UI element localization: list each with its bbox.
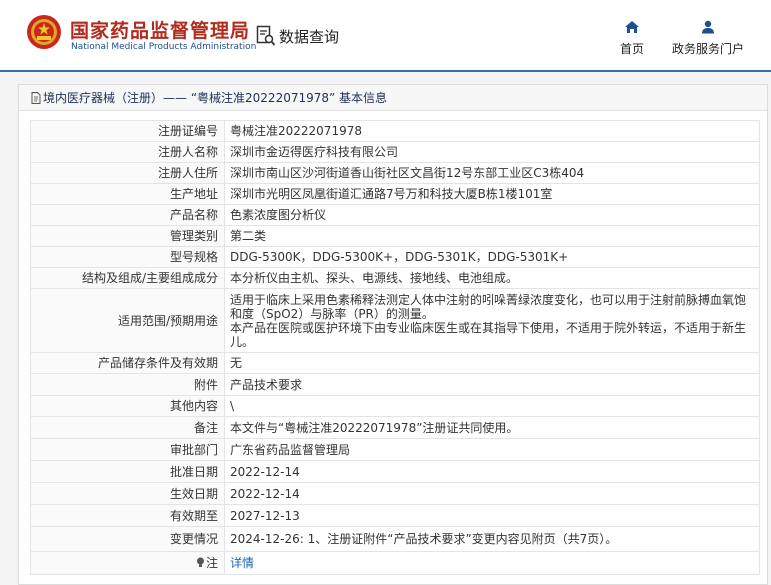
row-label: 适用范围/预期用途 xyxy=(30,288,225,353)
search-document-icon xyxy=(256,25,276,46)
table-row: 注册人住所 深圳市南山区沙河街道香山街社区文昌街12号东部工业区C3栋404 xyxy=(30,162,760,184)
site-subtitle: National Medical Products Administration xyxy=(71,42,257,52)
main-content: 境内医疗器械（注册）—— “粤械注准20222071978” 基本信息 注册证编… xyxy=(0,72,771,585)
data-query-label: 数据查询 xyxy=(279,27,340,46)
site-title[interactable]: 国家药品监督管理局 xyxy=(70,16,250,43)
person-icon xyxy=(702,20,714,34)
table-row: 生产地址 深圳市光明区凤凰街道汇通路7号万和科技大厦B栋1楼101室 xyxy=(30,183,760,205)
row-label-note: 注 xyxy=(30,551,225,575)
row-label: 有效期至 xyxy=(30,504,225,527)
row-value: 无 xyxy=(224,352,760,374)
row-value: 深圳市南山区沙河街道香山街社区文昌街12号东部工业区C3栋404 xyxy=(224,162,760,184)
row-label: 备注 xyxy=(30,416,225,439)
row-value: 2022-12-14 xyxy=(224,482,760,505)
row-value: 广东省药品监督管理局 xyxy=(224,438,760,461)
row-label: 结构及组成/主要组成成分 xyxy=(30,267,225,289)
table-row: 审批部门 广东省药品监督管理局 xyxy=(30,438,760,461)
row-label: 管理类别 xyxy=(30,225,225,247)
breadcrumb-text: 境内医疗器械（注册）—— “粤械注准20222071978” 基本信息 xyxy=(43,91,388,105)
table-row: 附件 产品技术要求 xyxy=(30,373,760,396)
breadcrumb: 境内医疗器械（注册）—— “粤械注准20222071978” 基本信息 xyxy=(19,85,767,111)
row-value: 第二类 xyxy=(224,225,760,247)
table-row: 备注 本文件与“粤械注准20222071978”注册证共同使用。 xyxy=(30,416,760,439)
lightbulb-icon xyxy=(196,557,204,567)
row-label: 注册证编号 xyxy=(30,120,225,142)
row-value: 本文件与“粤械注准20222071978”注册证共同使用。 xyxy=(224,416,760,439)
table-row: 产品名称 色素浓度图分析仪 xyxy=(30,204,760,226)
row-value: 深圳市光明区凤凰街道汇通路7号万和科技大厦B栋1楼101室 xyxy=(224,183,760,205)
row-value: 2027-12-13 xyxy=(224,504,760,527)
table-row: 适用范围/预期用途 适用于临床上采用色素稀释法测定人体中注射的吲哚菁绿浓度变化，… xyxy=(30,288,760,353)
row-label: 附件 xyxy=(30,373,225,396)
row-value: DDG-5300K，DDG-5300K+，DDG-5301K，DDG-5301K… xyxy=(224,246,760,268)
row-label: 产品储存条件及有效期 xyxy=(30,352,225,374)
detail-panel: 境内医疗器械（注册）—— “粤械注准20222071978” 基本信息 注册证编… xyxy=(18,84,768,585)
document-icon xyxy=(31,91,41,104)
row-label: 其他内容 xyxy=(30,395,225,417)
row-value: 色素浓度图分析仪 xyxy=(224,204,760,226)
row-label: 生效日期 xyxy=(30,482,225,505)
table-row: 管理类别 第二类 xyxy=(30,225,760,247)
national-emblem-icon[interactable] xyxy=(26,14,62,50)
site-header: 国家药品监督管理局 National Medical Products Admi… xyxy=(0,0,771,70)
table-row: 结构及组成/主要组成成分 本分析仪由主机、探头、电源线、接地线、电池组成。 xyxy=(30,267,760,289)
table-row: 生效日期 2022-12-14 xyxy=(30,482,760,505)
row-value: 深圳市金迈得医疗科技有限公司 xyxy=(224,141,760,163)
nav-home[interactable]: 首页 xyxy=(614,20,650,57)
table-row: 有效期至 2027-12-13 xyxy=(30,504,760,527)
row-label: 型号规格 xyxy=(30,246,225,268)
row-label: 生产地址 xyxy=(30,183,225,205)
row-value: 产品技术要求 xyxy=(224,373,760,396)
row-label: 注册人名称 xyxy=(30,141,225,163)
row-label: 产品名称 xyxy=(30,204,225,226)
row-label: 批准日期 xyxy=(30,460,225,483)
nav-government-services-label: 政务服务门户 xyxy=(671,42,744,56)
table-row: 产品储存条件及有效期 无 xyxy=(30,352,760,374)
table-row: 型号规格 DDG-5300K，DDG-5300K+，DDG-5301K，DDG-… xyxy=(30,246,760,268)
nav-home-label: 首页 xyxy=(619,42,644,56)
row-label: 审批部门 xyxy=(30,438,225,461)
nav-government-services[interactable]: 政务服务门户 xyxy=(668,20,748,57)
data-query-link[interactable]: 数据查询 xyxy=(256,24,339,48)
row-value: 2024-12-26: 1、注册证附件“产品技术要求”变更内容见附页（共7页）。 xyxy=(224,526,760,552)
registration-info-table: 注册证编号 粤械注准20222071978 注册人名称 深圳市金迈得医疗科技有限… xyxy=(30,120,760,575)
table-row: 注册人名称 深圳市金迈得医疗科技有限公司 xyxy=(30,141,760,163)
row-value: 2022-12-14 xyxy=(224,460,760,483)
row-value: 粤械注准20222071978 xyxy=(224,120,760,142)
row-label: 变更情况 xyxy=(30,526,225,552)
row-value: \ xyxy=(224,395,760,417)
row-label: 注册人住所 xyxy=(30,162,225,184)
table-row: 其他内容 \ xyxy=(30,395,760,417)
row-value: 详情 xyxy=(224,551,760,575)
row-value: 适用于临床上采用色素稀释法测定人体中注射的吲哚菁绿浓度变化，也可以用于注射前脉搏… xyxy=(224,288,760,353)
table-row: 注 详情 xyxy=(30,551,760,575)
home-icon xyxy=(625,21,639,33)
table-row: 变更情况 2024-12-26: 1、注册证附件“产品技术要求”变更内容见附页（… xyxy=(30,526,760,552)
details-link[interactable]: 详情 xyxy=(230,556,254,570)
note-label: 注 xyxy=(205,556,218,570)
row-value: 本分析仪由主机、探头、电源线、接地线、电池组成。 xyxy=(224,267,760,289)
table-row: 批准日期 2022-12-14 xyxy=(30,460,760,483)
table-row: 注册证编号 粤械注准20222071978 xyxy=(30,120,760,142)
